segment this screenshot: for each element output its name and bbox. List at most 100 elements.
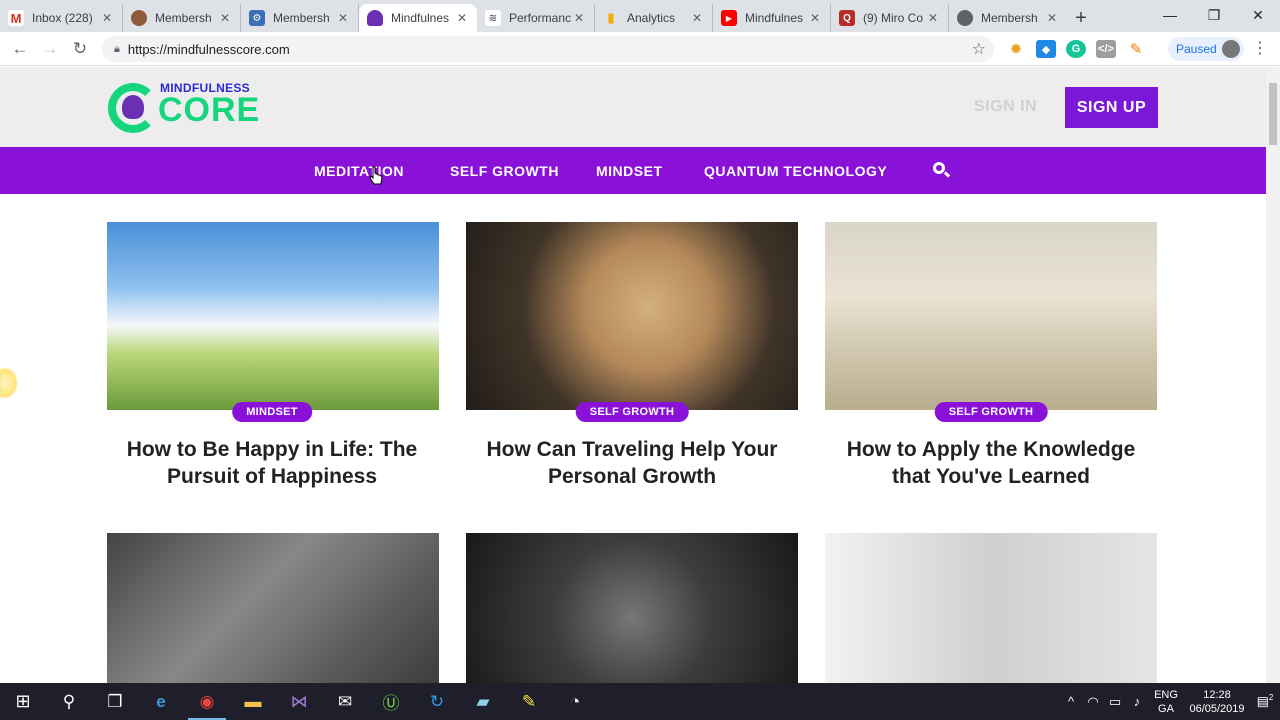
close-icon[interactable]: ✕	[336, 11, 350, 25]
close-icon[interactable]: ✕	[1045, 11, 1059, 25]
minimize-icon[interactable]: —	[1148, 0, 1192, 30]
upwork-icon[interactable]: Ⓤ	[368, 683, 414, 720]
tab-title: Inbox (228)	[32, 11, 93, 25]
category-badge[interactable]: SELF GROWTH	[934, 402, 1048, 422]
extension-sun-icon[interactable]: ✹	[1006, 40, 1026, 58]
url-text[interactable]: https://mindfulnesscore.com	[128, 42, 290, 57]
edge-icon[interactable]: e	[138, 683, 184, 720]
browser-tab[interactable]: M Inbox (228) ✕	[0, 4, 123, 32]
mouse-cursor-icon	[369, 166, 383, 185]
post-card[interactable]	[466, 222, 798, 410]
close-icon[interactable]: ✕	[690, 11, 704, 25]
browser-tab[interactable]: ▮ Analytics ✕	[595, 4, 713, 32]
browser-tab[interactable]: Membersh ✕	[123, 4, 241, 32]
sign-up-button[interactable]: SIGN UP	[1065, 87, 1158, 128]
restore-icon[interactable]: ❐	[1192, 0, 1236, 30]
windows-taskbar: ⊞ ⚲ ❒ e ◉ ▬ ⋈ ✉ Ⓤ ↻ ▰ ✎ ◔ ^ ◠ ▭ ♪ ENG GA…	[0, 683, 1280, 720]
post-thumbnail[interactable]	[466, 222, 798, 410]
browser-tab[interactable]: Membersh ✕	[949, 4, 1067, 32]
battery-icon[interactable]: ▭	[1104, 694, 1126, 710]
wifi-icon[interactable]: ◠	[1082, 694, 1104, 710]
profile-paused-button[interactable]: Paused	[1168, 37, 1244, 61]
category-badge[interactable]: SELF GROWTH	[575, 402, 689, 422]
nav-item-quantum-technology[interactable]: QUANTUM TECHNOLOGY	[704, 163, 887, 179]
post-thumbnail[interactable]	[825, 533, 1157, 683]
browser-tab[interactable]: ▶ Mindfulnes ✕	[713, 4, 831, 32]
language-indicator[interactable]: ENG GA	[1148, 688, 1184, 716]
clock[interactable]: 12:28 06/05/2019	[1184, 688, 1250, 716]
post-card[interactable]	[825, 222, 1157, 410]
post-thumbnail[interactable]	[107, 222, 439, 410]
category-badge[interactable]: MINDSET	[232, 402, 312, 422]
search-icon[interactable]	[931, 160, 951, 180]
nav-item-mindset[interactable]: MINDSET	[596, 163, 663, 179]
bookmark-star-icon[interactable]: ☆	[972, 39, 986, 59]
mail-icon[interactable]: ✉	[322, 683, 368, 720]
close-icon[interactable]: ✕	[455, 11, 469, 25]
logo-main-text: CORE	[158, 91, 261, 129]
main-nav: MEDITATION SELF GROWTH MINDSET QUANTUM T…	[0, 147, 1266, 194]
visual-studio-icon[interactable]: ⋈	[276, 683, 322, 720]
analytics-icon: ▮	[607, 10, 615, 25]
page-scrollbar[interactable]	[1266, 67, 1280, 683]
site-header: MINDFULNESS CORE SIGN IN SIGN UP	[0, 67, 1266, 147]
tools-extension-icon[interactable]: ✎	[1126, 40, 1146, 58]
chevron-up-icon[interactable]: ^	[1060, 694, 1082, 709]
post-title[interactable]: How to Apply the Knowledge that You've L…	[825, 436, 1157, 490]
floating-widget[interactable]	[0, 367, 18, 399]
refresh-app-icon[interactable]: ↻	[414, 683, 460, 720]
nav-item-meditation[interactable]: MEDITATION	[314, 163, 404, 179]
post-title[interactable]: How to Be Happy in Life: The Pursuit of …	[106, 436, 438, 490]
reload-button[interactable]: ↻	[65, 34, 95, 64]
post-thumbnail[interactable]	[825, 222, 1157, 410]
post-title[interactable]: How Can Traveling Help Your Personal Gro…	[466, 436, 798, 490]
back-button[interactable]: ←	[5, 34, 35, 64]
windows-start-icon[interactable]: ⊞	[0, 683, 46, 720]
menu-icon[interactable]: ⋮	[1252, 38, 1268, 58]
avatar-icon	[131, 10, 147, 26]
sign-in-link[interactable]: SIGN IN	[974, 98, 1037, 116]
close-window-icon[interactable]: ✕	[1236, 0, 1280, 30]
extensions: ✹ ◆ G </> ✎	[1006, 40, 1146, 58]
forward-button[interactable]: →	[35, 34, 65, 64]
notes-app-icon[interactable]: ▰	[460, 683, 506, 720]
tab-title: Membersh	[273, 11, 330, 25]
task-view-icon[interactable]: ❒	[92, 683, 138, 720]
search-icon[interactable]: ⚲	[46, 683, 92, 720]
file-explorer-icon[interactable]: ▬	[230, 683, 276, 720]
browser-tab[interactable]: ⚙ Membersh ✕	[241, 4, 359, 32]
notifications-icon[interactable]: ▤2	[1250, 693, 1280, 709]
post-card[interactable]	[466, 533, 798, 683]
nav-item-self-growth[interactable]: SELF GROWTH	[450, 163, 559, 179]
browser-tab[interactable]: ≋ Performanc ✕	[477, 4, 595, 32]
close-icon[interactable]: ✕	[572, 11, 586, 25]
lock-icon[interactable]: 🔒︎	[114, 43, 120, 56]
browser-tab-active[interactable]: Mindfulnes ✕	[359, 4, 477, 32]
highlighter-icon[interactable]: ✎	[506, 683, 552, 720]
post-thumbnail[interactable]	[466, 533, 798, 683]
site-logo[interactable]: MINDFULNESS CORE	[108, 81, 259, 133]
youtube-icon: ▶	[721, 10, 737, 26]
close-icon[interactable]: ✕	[218, 11, 232, 25]
tab-title: Analytics	[627, 11, 676, 25]
code-extension-icon[interactable]: </>	[1096, 40, 1116, 58]
grammarly-icon[interactable]: G	[1066, 40, 1086, 58]
post-card[interactable]	[825, 533, 1157, 683]
post-card[interactable]	[107, 533, 439, 683]
post-thumbnail[interactable]	[107, 533, 439, 683]
tab-title: (9) Miro Co	[863, 11, 924, 25]
browser-tab[interactable]: Q (9) Miro Co ✕	[831, 4, 949, 32]
avatar	[1222, 40, 1240, 58]
volume-icon[interactable]: ♪	[1126, 694, 1148, 709]
close-icon[interactable]: ✕	[100, 11, 114, 25]
scrollbar-thumb[interactable]	[1269, 83, 1277, 145]
address-bar[interactable]: 🔒︎ https://mindfulnesscore.com ☆	[102, 36, 994, 62]
close-icon[interactable]: ✕	[926, 11, 940, 25]
new-tab-button[interactable]: +	[1067, 4, 1095, 32]
extension-blue-icon[interactable]: ◆	[1036, 40, 1056, 58]
speedometer-icon[interactable]: ◔	[552, 683, 598, 720]
tab-title: Performanc	[509, 11, 572, 25]
post-card[interactable]	[107, 222, 439, 410]
close-icon[interactable]: ✕	[808, 11, 822, 25]
chrome-icon[interactable]: ◉	[184, 683, 230, 720]
